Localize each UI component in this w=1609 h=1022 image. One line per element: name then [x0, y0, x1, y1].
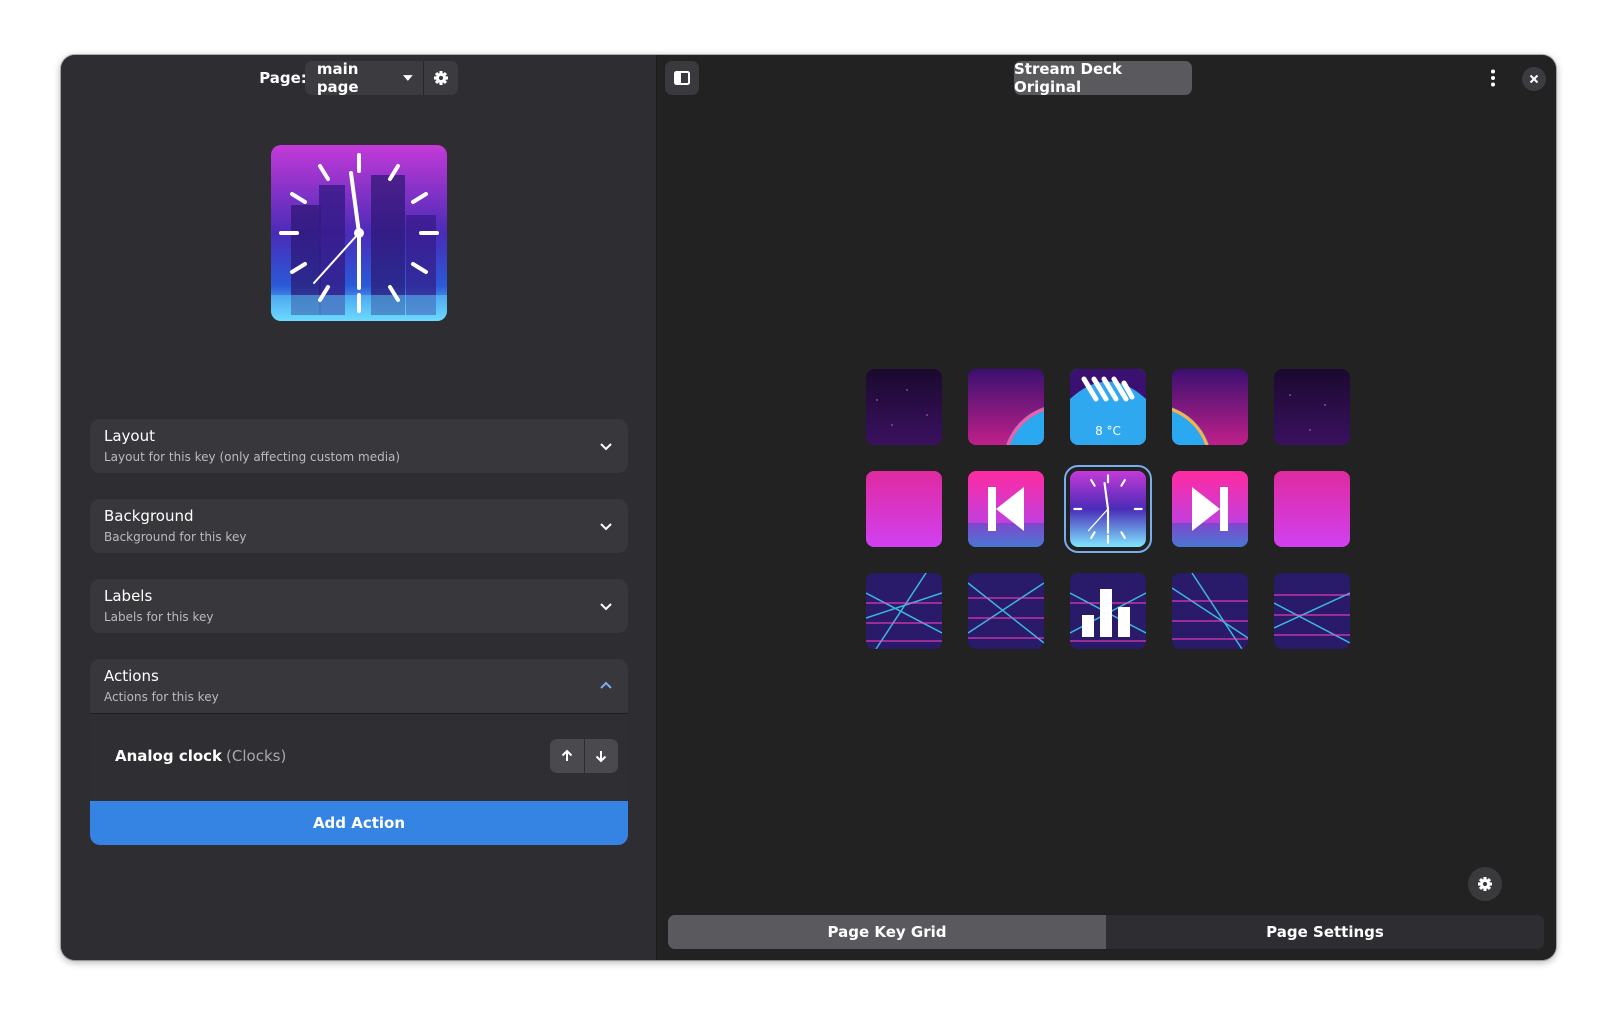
deck-key-0[interactable]	[866, 369, 942, 445]
page-label: Page:	[259, 69, 307, 87]
page-dropdown-value: main page	[316, 61, 359, 95]
audio-bars-icon	[1070, 573, 1146, 649]
tab-page-settings[interactable]: Page Settings	[1106, 915, 1544, 949]
actions-expander-header[interactable]: Actions Actions for this key	[90, 659, 628, 713]
weather-icon: 8 °C	[1070, 369, 1146, 445]
page-header: Page: main page	[61, 61, 656, 95]
arrow-up-icon	[561, 749, 572, 761]
gear-icon	[433, 71, 448, 85]
deck-key-next[interactable]	[1172, 471, 1248, 547]
view-switcher: Page Key Grid Page Settings	[668, 915, 1544, 949]
gear-icon	[1478, 877, 1492, 891]
deck-key-weather[interactable]: 8 °C	[1070, 369, 1146, 445]
chevron-down-icon	[600, 603, 612, 611]
deck-key-14[interactable]	[1274, 573, 1350, 649]
move-up-button[interactable]	[550, 739, 584, 773]
page-settings-button[interactable]	[424, 61, 458, 95]
move-down-button[interactable]	[585, 739, 619, 773]
deck-key-11[interactable]	[968, 573, 1044, 649]
dropdown-arrow-icon	[403, 75, 413, 81]
deck-settings-button[interactable]	[1468, 867, 1502, 901]
synthwave-grid-image	[1172, 573, 1248, 649]
labels-expander[interactable]: Labels Labels for this key	[90, 579, 628, 633]
analog-clock-icon	[1070, 471, 1146, 547]
deck-key-9[interactable]	[1274, 471, 1350, 547]
expander-title: Labels	[104, 587, 153, 605]
layout-expander[interactable]: Layout Layout for this key (only affecti…	[90, 419, 628, 473]
deck-key-13[interactable]	[1172, 573, 1248, 649]
space-city-image	[866, 369, 942, 445]
action-list-item[interactable]: Analog clock (Clocks)	[90, 713, 628, 801]
deck-view: Stream Deck Original 8 °C Page Key Grid …	[657, 55, 1556, 960]
chevron-down-icon	[600, 443, 612, 451]
deck-selector-button[interactable]: Stream Deck Original	[1014, 60, 1192, 96]
action-name: Analog clock	[115, 747, 223, 765]
space-city-image	[1274, 369, 1350, 445]
arrow-down-icon	[596, 751, 607, 763]
sidebar-icon	[674, 71, 690, 85]
synthwave-grid-image	[1274, 573, 1350, 649]
expander-title: Actions	[104, 667, 159, 685]
expander-subtitle: Labels for this key	[104, 610, 214, 624]
key-grid: 8 °C	[866, 369, 1350, 649]
action-reorder-buttons	[550, 739, 618, 773]
expander-title: Layout	[104, 427, 155, 445]
page-selector: main page	[304, 61, 458, 95]
main-menu-button[interactable]	[1482, 67, 1504, 89]
expander-title: Background	[104, 507, 194, 525]
planet-image	[968, 369, 1044, 445]
deck-key-3[interactable]	[1172, 369, 1248, 445]
deck-key-audio[interactable]	[1070, 573, 1146, 649]
close-icon	[1529, 74, 1539, 84]
chevron-down-icon	[600, 523, 612, 531]
expander-subtitle: Layout for this key (only affecting cust…	[104, 450, 401, 464]
action-category: (Clocks)	[226, 747, 287, 765]
deck-key-clock-selected[interactable]	[1064, 465, 1152, 553]
kebab-menu-icon	[1491, 69, 1495, 87]
key-preview	[271, 145, 447, 321]
gradient-image	[866, 471, 942, 547]
planet-image	[1172, 369, 1248, 445]
expander-subtitle: Background for this key	[104, 530, 247, 544]
chevron-up-icon	[600, 681, 612, 689]
synthwave-grid-image	[866, 573, 942, 649]
weather-temperature: 8 °C	[1095, 424, 1121, 438]
page-dropdown[interactable]: main page	[305, 61, 423, 95]
deck-key-previous[interactable]	[968, 471, 1044, 547]
analog-clock-icon	[271, 145, 447, 321]
deck-key-10[interactable]	[866, 573, 942, 649]
key-editor-sidebar: Page: main page Layout Layout for this k…	[61, 55, 657, 960]
synthwave-grid-image	[968, 573, 1044, 649]
deck-key-4[interactable]	[1274, 369, 1350, 445]
actions-expander: Actions Actions for this key Analog cloc…	[90, 659, 628, 845]
expander-subtitle: Actions for this key	[104, 690, 219, 704]
window-close-button[interactable]	[1522, 67, 1546, 91]
app-window: Page: main page Layout Layout for this k…	[61, 55, 1556, 960]
background-expander[interactable]: Background Background for this key	[90, 499, 628, 553]
gradient-image	[1274, 471, 1350, 547]
skip-next-icon	[1172, 471, 1248, 547]
deck-key-1[interactable]	[968, 369, 1044, 445]
sidebar-toggle-button[interactable]	[665, 61, 699, 95]
deck-key-5[interactable]	[866, 471, 942, 547]
add-action-button[interactable]: Add Action	[90, 801, 628, 845]
tab-page-key-grid[interactable]: Page Key Grid	[668, 915, 1106, 949]
skip-previous-icon	[968, 471, 1044, 547]
